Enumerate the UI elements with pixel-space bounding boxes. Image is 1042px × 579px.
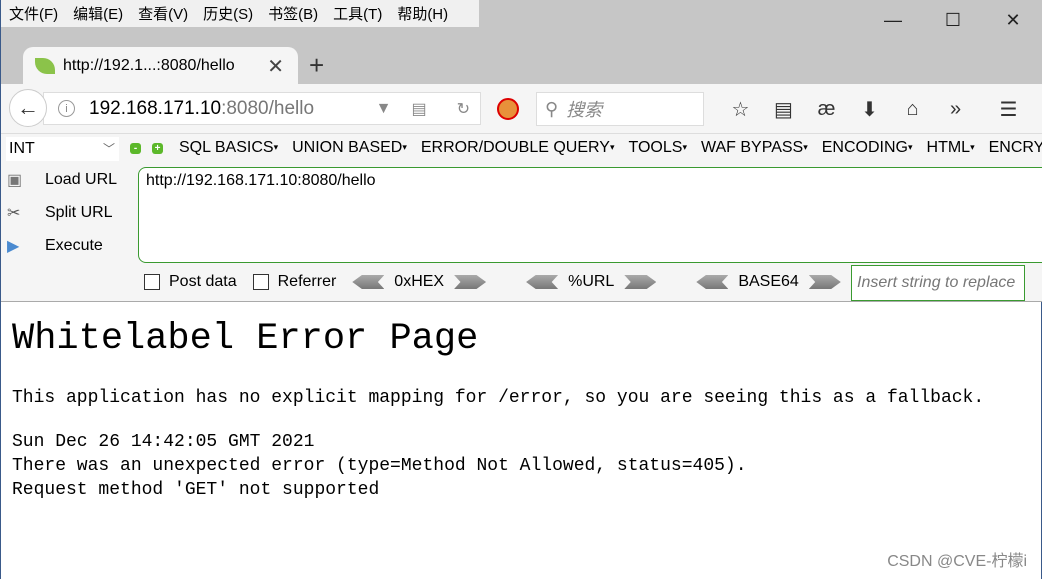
hackbar: INT ﹀ - + SQL BASICS UNION BASED ERROR/DO… bbox=[1, 134, 1042, 302]
plus-icon[interactable]: + bbox=[152, 143, 163, 154]
load-url-button[interactable]: ▣ Load URL bbox=[7, 170, 117, 190]
url-textarea[interactable]: http://192.168.171.10:8080/hello bbox=[138, 167, 1042, 263]
split-url-button[interactable]: ✂ Split URL bbox=[7, 203, 113, 223]
chevron-down-icon: ﹀ bbox=[102, 142, 115, 156]
menu-tools[interactable]: TOOLS bbox=[628, 139, 686, 157]
method-message: Request method 'GET' not supported bbox=[12, 480, 380, 500]
watermark: CSDN @CVE-柠檬i bbox=[887, 553, 1027, 570]
close-window-button[interactable]: ✕ bbox=[983, 0, 1042, 40]
minimize-button[interactable]: — bbox=[863, 0, 923, 40]
post-data-label: Post data bbox=[169, 273, 237, 290]
scissors-icon: ✂ bbox=[7, 205, 21, 222]
url-encode-label: %URL bbox=[568, 273, 615, 290]
url-encode-arrow[interactable] bbox=[624, 275, 657, 289]
hamburger-menu-icon[interactable]: ☰ bbox=[987, 97, 1030, 122]
menu-sql-basics[interactable]: SQL BASICS bbox=[179, 139, 278, 157]
menu-encryption[interactable]: ENCRY bbox=[989, 139, 1042, 157]
maximize-button[interactable]: ☐ bbox=[923, 0, 983, 40]
execute-label: Execute bbox=[45, 237, 103, 254]
referrer-checkbox[interactable] bbox=[252, 274, 269, 290]
menu-union-based[interactable]: UNION BASED bbox=[292, 139, 407, 157]
search-input[interactable]: ⚲ 搜索 bbox=[536, 92, 704, 126]
reading-list-icon[interactable]: ▤ bbox=[762, 97, 805, 122]
hex-encode-arrow[interactable] bbox=[454, 275, 487, 289]
back-button[interactable]: ← bbox=[9, 89, 47, 127]
spring-leaf-icon bbox=[35, 58, 55, 74]
menu-bookmarks[interactable]: 书签(B) bbox=[268, 3, 318, 24]
url-path: :8080/hello bbox=[221, 97, 315, 119]
url-host: 192.168.171.10 bbox=[89, 97, 222, 119]
page-title: Whitelabel Error Page bbox=[12, 318, 479, 360]
menu-html[interactable]: HTML bbox=[927, 139, 975, 157]
hex-decode-arrow[interactable] bbox=[352, 275, 385, 289]
download-icon[interactable]: ⬇ bbox=[848, 97, 891, 122]
menu-help[interactable]: 帮助(H) bbox=[397, 3, 448, 24]
base64-encode-arrow[interactable] bbox=[808, 275, 841, 289]
info-icon[interactable]: i bbox=[58, 100, 75, 117]
search-icon: ⚲ bbox=[545, 98, 559, 119]
dropdown-icon[interactable]: ▼ bbox=[376, 100, 392, 118]
tab-active[interactable]: http://192.1...:8080/hello ✕ bbox=[23, 47, 298, 85]
hex-label: 0xHEX bbox=[394, 273, 445, 290]
close-tab-icon[interactable]: ✕ bbox=[267, 54, 284, 79]
timestamp: Sun Dec 26 14:42:05 GMT 2021 bbox=[12, 432, 315, 452]
load-icon: ▣ bbox=[7, 172, 23, 189]
blocker-icon[interactable] bbox=[497, 98, 519, 120]
network-icon[interactable]: ▤ bbox=[411, 99, 426, 119]
menu-encoding[interactable]: ENCODING bbox=[822, 139, 913, 157]
insert-string-input[interactable]: Insert string to replace bbox=[851, 265, 1025, 301]
tab-title: http://192.1...:8080/hello bbox=[63, 57, 235, 74]
type-select-value: INT bbox=[9, 140, 35, 157]
menu-tools[interactable]: 工具(T) bbox=[333, 3, 382, 24]
search-placeholder: 搜索 bbox=[566, 100, 603, 120]
fallback-message: This application has no explicit mapping… bbox=[12, 388, 985, 408]
base64-decode-arrow[interactable] bbox=[696, 275, 729, 289]
page-content: Whitelabel Error Page This application h… bbox=[12, 302, 984, 502]
menu-error-double-query[interactable]: ERROR/DOUBLE QUERY bbox=[421, 139, 615, 157]
url-bar[interactable]: i 192.168.171.10:8080/hello ▼ ▤ ↻ bbox=[43, 92, 481, 125]
referrer-label: Referrer bbox=[277, 273, 337, 290]
execute-button[interactable]: ▶ Execute bbox=[7, 236, 103, 256]
url-text[interactable]: 192.168.171.10:8080/hello bbox=[89, 98, 314, 120]
extension-icon[interactable]: æ bbox=[805, 98, 848, 121]
menu-history[interactable]: 历史(S) bbox=[203, 3, 253, 24]
overflow-icon[interactable]: » bbox=[934, 98, 977, 121]
menu-view[interactable]: 查看(V) bbox=[138, 3, 188, 24]
play-icon: ▶ bbox=[7, 238, 20, 255]
browser-chrome: 文件(F) 编辑(E) 查看(V) 历史(S) 书签(B) 工具(T) 帮助(H… bbox=[1, 0, 1042, 85]
post-data-checkbox[interactable] bbox=[144, 274, 160, 290]
split-url-label: Split URL bbox=[45, 204, 113, 221]
new-tab-button[interactable]: + bbox=[309, 50, 324, 81]
error-message: There was an unexpected error (type=Meth… bbox=[12, 456, 747, 476]
bookmark-star-icon[interactable]: ☆ bbox=[719, 97, 762, 122]
menu-edit[interactable]: 编辑(E) bbox=[73, 3, 123, 24]
reload-icon[interactable]: ↻ bbox=[457, 99, 470, 119]
menu-waf-bypass[interactable]: WAF BYPASS bbox=[701, 139, 808, 157]
menu-bar: 文件(F) 编辑(E) 查看(V) 历史(S) 书签(B) 工具(T) 帮助(H… bbox=[1, 0, 479, 27]
type-select[interactable]: INT ﹀ bbox=[6, 137, 119, 161]
load-url-label: Load URL bbox=[45, 171, 118, 188]
url-decode-arrow[interactable] bbox=[526, 275, 559, 289]
minus-icon[interactable]: - bbox=[130, 143, 141, 154]
menu-file[interactable]: 文件(F) bbox=[9, 3, 58, 24]
base64-label: BASE64 bbox=[738, 273, 799, 290]
home-icon[interactable]: ⌂ bbox=[891, 98, 934, 121]
